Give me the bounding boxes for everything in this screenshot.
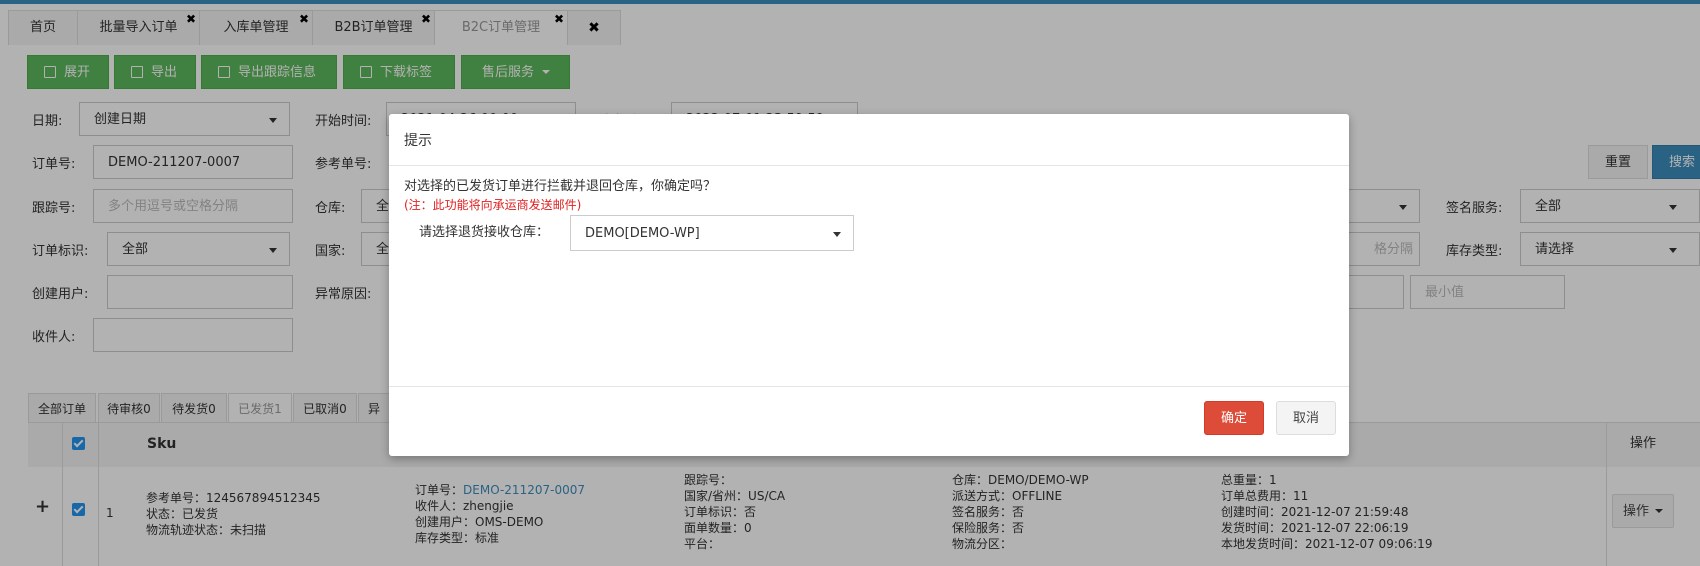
caret-down-icon — [833, 232, 841, 237]
return-warehouse-select[interactable]: DEMO[DEMO-WP] — [570, 215, 854, 251]
dialog-footer: 确定 取消 — [389, 386, 1349, 457]
confirm-button[interactable]: 确定 — [1204, 401, 1264, 435]
dialog-title: 提示 — [404, 133, 432, 149]
confirm-dialog: 提示 对选择的已发货订单进行拦截并退回仓库，你确定吗？ (注：此功能将向承运商发… — [389, 114, 1349, 456]
return-warehouse-label: 请选择退货接收仓库： — [419, 225, 550, 240]
cancel-button[interactable]: 取消 — [1276, 401, 1336, 435]
dialog-header: 提示 — [389, 114, 1349, 166]
dialog-message: 对选择的已发货订单进行拦截并退回仓库，你确定吗？ — [404, 179, 717, 194]
select-value: DEMO[DEMO-WP] — [585, 226, 700, 241]
dialog-note: (注：此功能将向承运商发送邮件) — [404, 198, 582, 212]
